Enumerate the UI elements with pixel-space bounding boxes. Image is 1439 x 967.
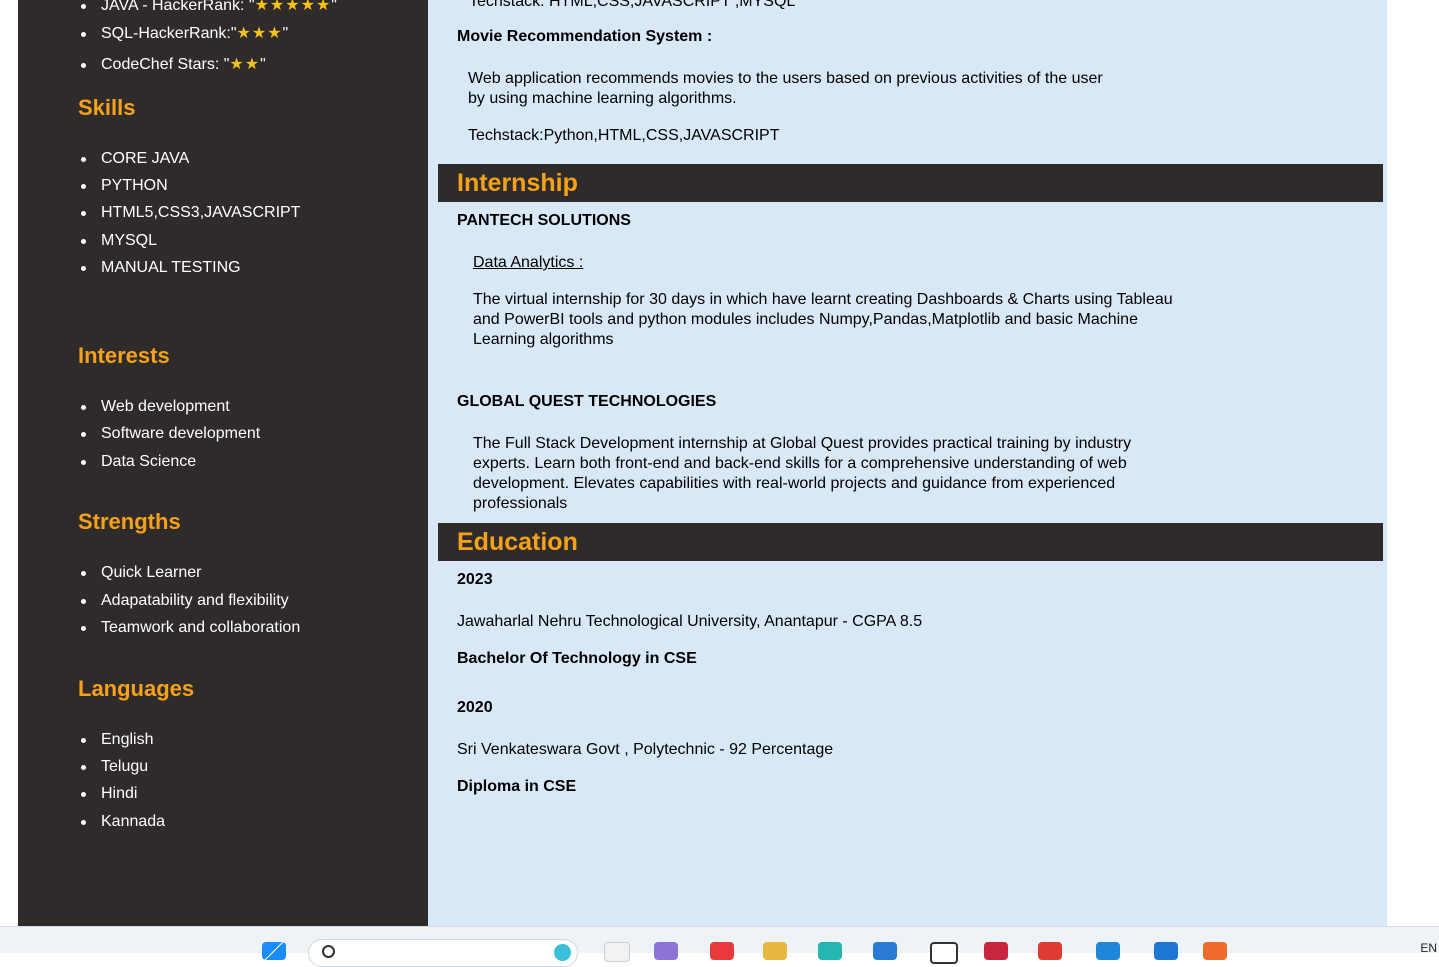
list-item: MYSQL — [80, 232, 158, 249]
degree-name: Bachelor Of Technology in CSE — [457, 650, 697, 667]
list-item: HTML5,CSS3,JAVASCRIPT — [80, 204, 301, 221]
global-quest-description: The Full Stack Development internship at… — [473, 435, 1132, 512]
university-name: Jawaharlal Nehru Technological Universit… — [457, 613, 923, 630]
achievement-close-quote: " — [331, 0, 337, 14]
search-input[interactable] — [308, 939, 578, 967]
windows-start-icon[interactable] — [262, 942, 286, 960]
resume-sidebar: JAVA - HackerRank: "★★★★★" SQL-HackerRan… — [18, 0, 428, 926]
star-rating-icon: ★★ — [229, 56, 261, 73]
pantech-internship-description: The virtual internship for 30 days in wh… — [473, 291, 1173, 348]
list-item: Software development — [80, 425, 261, 442]
diploma-name: Diploma in CSE — [457, 778, 577, 795]
languages-heading: Languages — [78, 676, 195, 701]
achievement-label: CodeChef Stars: " — [101, 56, 230, 73]
edge-icon[interactable] — [818, 942, 842, 960]
list-item: Kannada — [80, 813, 166, 830]
chrome-icon[interactable] — [1038, 942, 1062, 960]
global-quest-company: GLOBAL QUEST TECHNOLOGIES — [457, 393, 717, 410]
education-year: 2020 — [457, 699, 493, 716]
achievement-label: JAVA - HackerRank: " — [101, 0, 255, 14]
internship-heading: Internship — [457, 169, 578, 197]
education-section-header: Education — [438, 523, 1383, 561]
list-item: Adapatability and flexibility — [81, 592, 289, 609]
movie-project-title: Movie Recommendation System : — [457, 28, 713, 45]
movie-project-description: Web application recommends movies to the… — [468, 70, 1103, 107]
list-item: MANUAL TESTING — [81, 259, 241, 276]
language-indicator[interactable]: EN — [1420, 941, 1437, 955]
list-item: SQL-HackerRank:"★★★" — [80, 25, 289, 43]
list-item: Data Science — [80, 453, 197, 470]
polytechnic-name: Sri Venkateswara Govt , Polytechnic - 92… — [457, 741, 834, 758]
app-icon[interactable] — [1203, 942, 1227, 960]
app-icon[interactable] — [873, 942, 897, 960]
copilot-icon[interactable] — [554, 944, 571, 961]
data-analytics-role: Data Analytics : — [473, 254, 584, 271]
list-item: CORE JAVA — [80, 150, 190, 167]
achievement-label: SQL-HackerRank:" — [101, 25, 237, 42]
pantech-company: PANTECH SOLUTIONS — [457, 212, 631, 229]
list-item: Web development — [81, 398, 230, 415]
star-rating-icon: ★★★★★ — [254, 0, 332, 14]
interests-heading: Interests — [78, 343, 170, 368]
list-item: PYTHON — [81, 177, 168, 194]
list-item: Teamwork and collaboration — [80, 619, 301, 636]
education-heading: Education — [457, 528, 578, 556]
list-item: Telugu — [80, 758, 149, 775]
app-icon[interactable] — [710, 942, 734, 960]
vscode-icon[interactable] — [1154, 942, 1178, 960]
resume-main-content: Techstack: HTML,CSS,JAVASCRIPT ,MYSQL Mo… — [438, 0, 1383, 926]
mail-icon[interactable] — [984, 942, 1008, 960]
previous-project-techstack: Techstack: HTML,CSS,JAVASCRIPT ,MYSQL — [469, 0, 796, 10]
list-item: Hindi — [80, 785, 138, 802]
list-item: English — [80, 731, 154, 748]
chat-icon[interactable] — [930, 942, 958, 964]
app-icon[interactable] — [654, 942, 678, 960]
internship-section-header: Internship — [438, 164, 1383, 202]
browser-icon[interactable] — [604, 942, 630, 962]
movie-project-techstack: Techstack:Python,HTML,CSS,JAVASCRIPT — [468, 127, 780, 144]
windows-taskbar: EN — [0, 926, 1439, 967]
education-year: 2023 — [457, 571, 493, 588]
list-item: Quick Learner — [81, 564, 202, 581]
achievement-close-quote: " — [282, 25, 289, 42]
folder-icon[interactable] — [763, 942, 787, 960]
achievement-close-quote: " — [260, 56, 266, 73]
list-item: CodeChef Stars: "★★" — [81, 56, 266, 74]
star-rating-icon: ★★★ — [236, 25, 283, 42]
app-icon[interactable] — [1096, 942, 1120, 960]
strengths-heading: Strengths — [78, 509, 181, 534]
list-item: JAVA - HackerRank: "★★★★★" — [81, 0, 337, 15]
skills-heading: Skills — [78, 95, 136, 120]
